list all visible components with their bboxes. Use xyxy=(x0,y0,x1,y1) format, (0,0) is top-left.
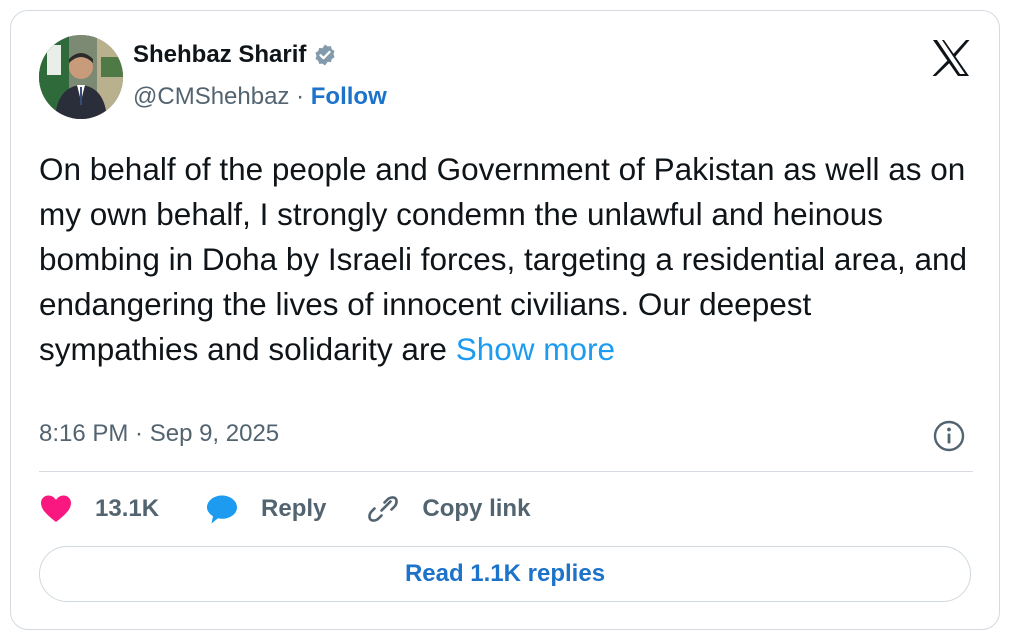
avatar[interactable] xyxy=(39,35,123,119)
heart-icon xyxy=(39,492,73,526)
tweet-card: Shehbaz Sharif @CMShehbaz · Follow On be… xyxy=(10,10,1000,630)
x-logo-icon[interactable] xyxy=(931,39,971,77)
copy-link-button[interactable]: Copy link xyxy=(366,492,530,526)
verified-badge-icon xyxy=(313,43,337,67)
link-icon xyxy=(366,492,400,526)
author-name[interactable]: Shehbaz Sharif xyxy=(133,41,306,69)
handle-row: @CMShehbaz · Follow xyxy=(133,83,387,111)
tweet-timestamp[interactable]: 8:16 PM · Sep 9, 2025 xyxy=(39,420,279,448)
read-replies-button[interactable]: Read 1.1K replies xyxy=(39,546,971,602)
follow-button[interactable]: Follow xyxy=(311,83,387,110)
copy-link-label: Copy link xyxy=(422,495,531,522)
like-count: 13.1K xyxy=(95,495,160,522)
avatar-image xyxy=(39,35,123,119)
author-name-row: Shehbaz Sharif xyxy=(133,41,337,69)
reply-label: Reply xyxy=(261,495,327,522)
speech-bubble-icon xyxy=(205,492,239,526)
action-bar: 13.1K Reply Copy link xyxy=(39,489,530,529)
author-handle[interactable]: @CMShehbaz xyxy=(133,83,289,110)
reply-button[interactable]: Reply xyxy=(205,492,326,526)
info-icon[interactable] xyxy=(933,420,965,452)
like-button[interactable]: 13.1K xyxy=(39,492,159,526)
handle-separator: · xyxy=(289,83,311,110)
divider xyxy=(39,471,973,472)
show-more-link[interactable]: Show more xyxy=(456,331,615,367)
tweet-text: On behalf of the people and Government o… xyxy=(39,147,974,372)
